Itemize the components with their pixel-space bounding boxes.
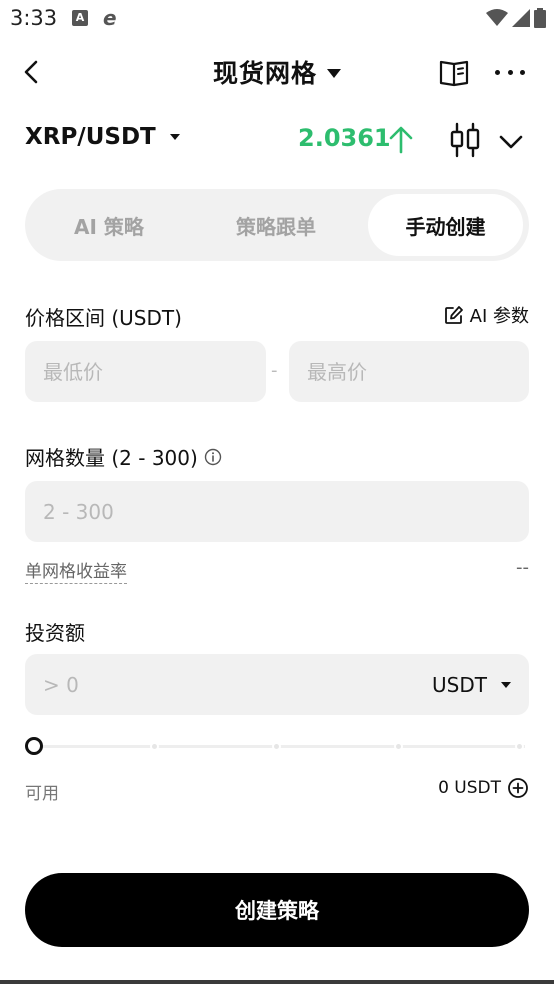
- investment-input[interactable]: [25, 654, 405, 715]
- info-icon[interactable]: [204, 448, 222, 466]
- currency-select[interactable]: USDT: [432, 654, 511, 715]
- investment-slider[interactable]: [25, 736, 529, 756]
- arrow-up-icon: [389, 126, 413, 154]
- grid-count-input[interactable]: [25, 481, 529, 542]
- page-title: 现货网格: [212, 59, 317, 88]
- caret-down-icon: [169, 134, 180, 140]
- a-box-icon: A: [72, 10, 88, 26]
- range-separator: -: [271, 360, 278, 381]
- yield-per-grid-label[interactable]: 单网格收益率: [25, 557, 127, 584]
- book-icon: [439, 60, 469, 87]
- pair-selector[interactable]: XRP/USDT: [25, 124, 180, 150]
- ai-param-button[interactable]: AI 参数: [444, 302, 529, 328]
- wifi-icon: [486, 9, 508, 26]
- grid-count-header: 网格数量 (2 - 300): [25, 442, 222, 471]
- last-price: 2.0361: [298, 124, 391, 152]
- available-value: 0 USDT: [438, 778, 501, 798]
- kline-button[interactable]: [448, 122, 482, 158]
- strategy-tabs: AI 策略 策略跟单 手动创建: [25, 189, 529, 261]
- slider-track: [39, 745, 525, 748]
- create-strategy-button[interactable]: 创建策略: [25, 873, 529, 947]
- e-refresh-icon: e: [103, 6, 117, 30]
- tab-manual-create[interactable]: 手动创建: [368, 194, 523, 256]
- max-price-input[interactable]: [289, 341, 529, 402]
- min-price-input[interactable]: [25, 341, 266, 402]
- more-button[interactable]: [494, 56, 526, 88]
- pair-name: XRP/USDT: [25, 124, 156, 150]
- slider-tick-50[interactable]: [272, 742, 281, 751]
- slider-tick-75[interactable]: [394, 742, 403, 751]
- price-range-label: 价格区间 (USDT): [25, 306, 182, 330]
- battery-icon: [534, 8, 546, 28]
- plus-circle-icon[interactable]: [507, 777, 529, 799]
- grid-count-label: 网格数量 (2 - 300): [25, 446, 198, 470]
- tab-copy-strategy[interactable]: 策略跟单: [197, 194, 355, 256]
- signal-icon: [512, 9, 530, 27]
- more-dot: [495, 69, 500, 75]
- expand-button[interactable]: [497, 128, 525, 154]
- yield-per-grid-value: --: [516, 557, 529, 578]
- slider-tick-25[interactable]: [150, 742, 159, 751]
- more-dot: [507, 69, 513, 75]
- available-label: 可用: [25, 784, 59, 804]
- chevron-down-icon: [499, 135, 523, 149]
- tab-ai-strategy[interactable]: AI 策略: [30, 194, 188, 256]
- edit-icon: [444, 306, 463, 324]
- caret-down-icon: [501, 681, 511, 688]
- currency-label: USDT: [432, 672, 487, 697]
- available-balance: 0 USDT: [438, 777, 529, 799]
- investment-label: 投资额: [25, 621, 85, 645]
- caret-down-icon: [327, 68, 341, 78]
- more-dot: [520, 69, 525, 75]
- home-indicator: [0, 980, 554, 984]
- slider-tick-100[interactable]: [515, 742, 524, 751]
- candlestick-icon: [450, 122, 480, 158]
- status-icons: [486, 6, 546, 30]
- slider-knob[interactable]: [25, 737, 43, 755]
- guide-button[interactable]: [438, 56, 470, 88]
- status-time: 3:33: [10, 6, 58, 30]
- ai-param-label: AI 参数: [469, 306, 529, 327]
- investment-box: USDT: [25, 654, 529, 715]
- title-dropdown[interactable]: 现货网格: [0, 54, 554, 90]
